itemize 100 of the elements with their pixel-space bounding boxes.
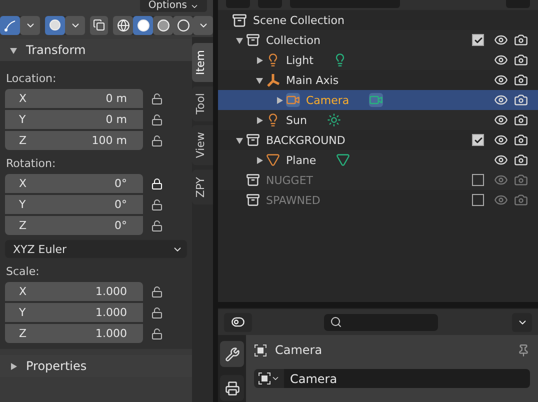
object-icon: [254, 344, 267, 356]
dropdown-button[interactable]: [512, 312, 532, 332]
outliner-item-name: Light: [286, 54, 314, 66]
lightbulb-icon: [266, 113, 280, 127]
unlock-icon[interactable]: [151, 306, 163, 318]
video-camera-data-icon[interactable]: [369, 93, 384, 107]
collection-icon: [246, 133, 260, 147]
object-icon: [258, 372, 271, 385]
property-label: Rotation:: [5, 156, 57, 172]
exclude-checkbox[interactable]: [472, 194, 484, 206]
triangle-icon: [266, 153, 280, 167]
collapsed-triangle-icon[interactable]: [10, 362, 16, 370]
check-icon: [474, 136, 482, 144]
lightbulb-icon: [266, 53, 280, 67]
eye-icon[interactable]: [494, 53, 508, 67]
check-icon: [474, 36, 482, 44]
exclude-checkbox[interactable]: [472, 174, 484, 186]
outliner-item-name: NUGGET: [266, 174, 313, 186]
object-name-field[interactable]: Camera: [284, 369, 530, 388]
expanded-triangle-icon[interactable]: [236, 36, 242, 44]
exclude-checkbox[interactable]: [472, 34, 484, 46]
shading-mode-button[interactable]: [153, 16, 173, 34]
expanded-triangle-icon[interactable]: [256, 76, 262, 84]
properties-tab[interactable]: [220, 375, 244, 401]
search-icon: [330, 316, 342, 328]
collection-icon: [232, 12, 247, 28]
sidebar-tab[interactable]: View: [192, 125, 213, 166]
outliner-row[interactable]: Camera: [218, 90, 538, 110]
dropdown-button[interactable]: [65, 16, 85, 34]
material-sphere-icon: [156, 18, 170, 32]
exclude-checkbox[interactable]: [472, 134, 484, 146]
dropdown-button[interactable]: [20, 16, 40, 34]
gizmo-toggle-button[interactable]: [0, 16, 20, 34]
number-field[interactable]: Y 0 m: [5, 110, 143, 129]
eye-icon[interactable]: [494, 113, 508, 127]
rendered-sphere-icon: [176, 18, 190, 32]
collection-icon: [246, 193, 260, 207]
number-field[interactable]: Z 0°: [5, 216, 143, 235]
unlock-icon[interactable]: [151, 92, 163, 104]
unlock-icon[interactable]: [151, 328, 163, 340]
outliner-item-name: SPAWNED: [266, 194, 320, 206]
expanded-triangle-icon[interactable]: [10, 46, 16, 54]
pin-icon[interactable]: [517, 344, 530, 356]
sidebar-tab[interactable]: Item: [192, 43, 213, 82]
sun-icon[interactable]: [326, 113, 341, 127]
shading-mode-button[interactable]: [133, 16, 153, 34]
wireframe-globe-icon: [116, 18, 130, 32]
xray-toggle-button[interactable]: [90, 16, 108, 34]
shading-mode-button[interactable]: [113, 16, 133, 34]
collapsed-triangle-icon[interactable]: [256, 156, 262, 164]
object-type-button[interactable]: [254, 369, 284, 388]
overlapping-squares-icon: [93, 19, 105, 31]
collapsed-triangle-icon[interactable]: [276, 96, 282, 104]
property-label: Location:: [5, 71, 58, 87]
solid-sphere-icon: [136, 18, 150, 32]
lock-icon[interactable]: [151, 178, 163, 190]
collapsed-triangle-icon[interactable]: [256, 56, 262, 64]
outliner-item-name: Sun: [286, 114, 307, 126]
rotation-mode-dropdown[interactable]: XYZ Euler: [5, 240, 187, 258]
property-label: Scale:: [5, 264, 40, 280]
properties-tab[interactable]: [220, 341, 244, 367]
unlock-icon[interactable]: [151, 286, 163, 298]
editor-type-button[interactable]: [224, 312, 252, 332]
search-field[interactable]: [324, 314, 438, 330]
number-field[interactable]: X 0 m: [5, 89, 143, 108]
collection-icon: [246, 33, 260, 47]
unlock-icon[interactable]: [151, 114, 163, 126]
printer-icon: [224, 380, 240, 396]
number-field[interactable]: X 0°: [5, 174, 143, 193]
eye-icon[interactable]: [494, 153, 508, 167]
panel-title: Transform: [26, 43, 86, 57]
options-button[interactable]: Options: [140, 0, 207, 12]
outliner-item-name: Main Axis: [286, 74, 339, 86]
eye-icon[interactable]: [494, 133, 508, 147]
number-field[interactable]: Z 100 m: [5, 131, 143, 150]
sidebar-tab[interactable]: Tool: [192, 86, 213, 122]
toggle-icon: [231, 315, 245, 329]
eye-icon[interactable]: [494, 73, 508, 87]
wrench-icon: [224, 346, 240, 362]
curve-arrow-icon: [4, 18, 16, 32]
outliner-item-name: Scene Collection: [253, 14, 344, 26]
collapsed-triangle-icon[interactable]: [256, 116, 262, 124]
chevron-down-icon: [271, 374, 280, 383]
expanded-triangle-icon[interactable]: [236, 136, 242, 144]
object-name: Camera: [275, 343, 322, 357]
overlays-toggle-button[interactable]: [45, 16, 65, 34]
unlock-icon[interactable]: [151, 198, 163, 210]
unlock-icon[interactable]: [151, 134, 163, 146]
eye-icon[interactable]: [494, 33, 508, 47]
number-field[interactable]: Y 0°: [5, 195, 143, 214]
eye-icon[interactable]: [494, 93, 508, 107]
panel-title: Properties: [26, 359, 87, 373]
sidebar-tab[interactable]: ZPY: [192, 170, 213, 204]
unlock-icon[interactable]: [151, 220, 163, 232]
number-field[interactable]: Y 1.000: [5, 303, 143, 322]
dropdown-button[interactable]: [193, 16, 213, 34]
outliner-item-name: Plane: [286, 154, 316, 166]
number-field[interactable]: Z 1.000: [5, 324, 143, 343]
mesh-triangle-icon[interactable]: [336, 153, 350, 167]
number-field[interactable]: X 1.000: [5, 282, 143, 301]
